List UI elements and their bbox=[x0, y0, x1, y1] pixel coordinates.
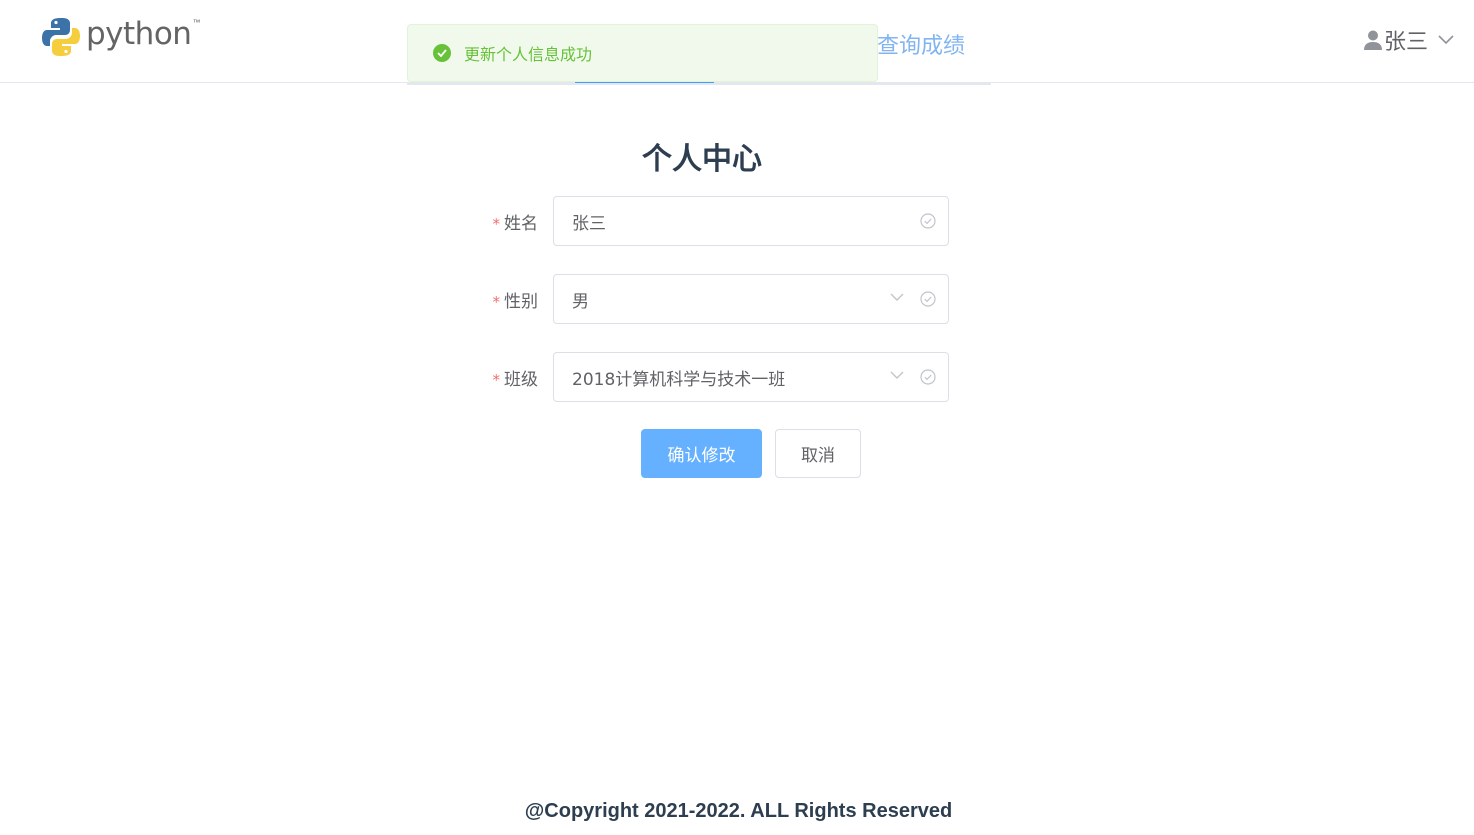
toast-message: 更新个人信息成功 bbox=[464, 45, 593, 64]
class-value: 2018计算机科学与技术一班 bbox=[572, 369, 786, 390]
valid-check-icon bbox=[920, 291, 936, 307]
name-value: 张三 bbox=[572, 213, 606, 234]
form-row-class: * 班级 2018计算机科学与技术一班 bbox=[480, 352, 950, 402]
gender-select[interactable]: 男 bbox=[553, 274, 949, 324]
gender-value: 男 bbox=[572, 291, 589, 312]
success-check-icon bbox=[433, 44, 451, 62]
gender-label: * 性别 bbox=[492, 291, 539, 312]
user-name: 张三 bbox=[1383, 30, 1428, 55]
chevron-down-icon bbox=[1438, 35, 1454, 45]
valid-check-icon bbox=[920, 213, 936, 229]
nav-tab-query-scores[interactable]: 查询成绩 bbox=[877, 28, 965, 60]
page-title: 个人中心 bbox=[642, 142, 762, 177]
required-mark: * bbox=[492, 292, 501, 311]
chevron-down-icon bbox=[890, 371, 904, 379]
class-label: * 班级 bbox=[492, 369, 539, 390]
python-logo[interactable]: python ™ bbox=[42, 14, 200, 62]
user-menu[interactable]: 张三 bbox=[1363, 24, 1456, 56]
class-select[interactable]: 2018计算机科学与技术一班 bbox=[553, 352, 949, 402]
valid-check-icon bbox=[920, 369, 936, 385]
user-icon bbox=[1363, 30, 1382, 50]
form-row-gender: * 性别 男 bbox=[480, 274, 950, 324]
python-logo-icon bbox=[42, 18, 80, 56]
required-mark: * bbox=[492, 214, 501, 233]
required-mark: * bbox=[492, 370, 501, 389]
cancel-button[interactable]: 取消 bbox=[775, 429, 861, 478]
footer-copyright: @Copyright 2021-2022. ALL Rights Reserve… bbox=[524, 800, 953, 822]
logo-text: python bbox=[86, 16, 192, 52]
name-input[interactable]: 张三 bbox=[553, 196, 949, 246]
success-toast: 更新个人信息成功 bbox=[407, 24, 878, 82]
nav-tabs-divider bbox=[407, 83, 991, 85]
confirm-button[interactable]: 确认修改 bbox=[641, 429, 762, 478]
chevron-down-icon bbox=[890, 293, 904, 301]
name-label: * 姓名 bbox=[492, 213, 539, 234]
logo-trademark: ™ bbox=[192, 17, 201, 27]
form-row-name: * 姓名 张三 bbox=[480, 196, 950, 246]
